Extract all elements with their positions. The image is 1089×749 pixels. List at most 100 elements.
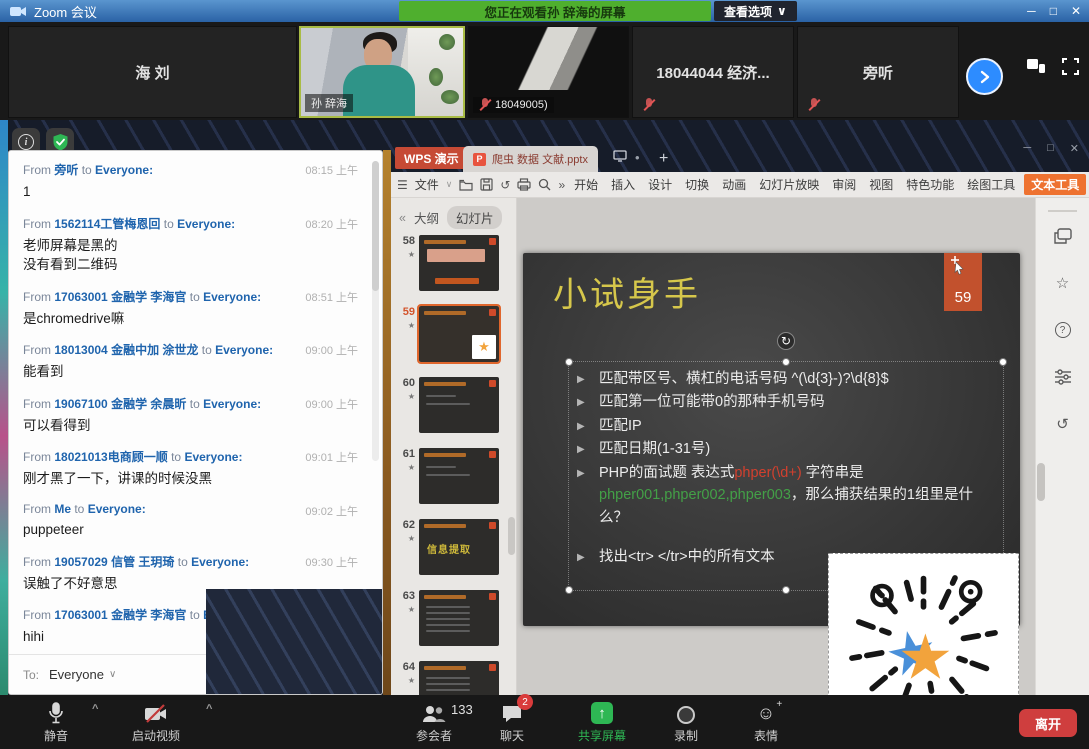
muted-mic-icon <box>637 97 661 113</box>
mute-options-caret[interactable]: ^ <box>92 703 98 715</box>
wps-close-button[interactable]: ✕ <box>1070 142 1079 155</box>
ppt-file-icon: P <box>473 153 486 166</box>
print-preview-icon[interactable] <box>538 178 551 191</box>
slide-thumbnail-61[interactable] <box>419 448 499 504</box>
view-options-button[interactable]: 查看选项∨ <box>714 1 797 21</box>
file-menu[interactable]: 文件 <box>415 176 439 193</box>
gallery-view-icon[interactable] <box>1026 58 1046 79</box>
outline-tab[interactable]: 大纲 <box>414 208 439 227</box>
bullet-list: ▶匹配带区号、横杠的电话号码 ^(\d{3}-)?\d{8}$▶匹配第一位可能带… <box>577 368 1001 570</box>
chat-scrollbar[interactable] <box>372 161 379 461</box>
collapse-panel-icon[interactable]: « <box>399 211 406 225</box>
record-icon <box>677 706 695 724</box>
slide-thumbnail-row: 59★★ <box>393 306 516 362</box>
undo-icon[interactable]: ↺ <box>500 178 510 192</box>
video-options-caret[interactable]: ^ <box>206 703 212 715</box>
resize-handle[interactable] <box>782 358 790 366</box>
camera-icon <box>10 6 26 17</box>
print-icon[interactable] <box>517 178 531 191</box>
rotate-handle[interactable]: ↻ <box>777 332 795 350</box>
text-tool-tab[interactable]: 文本工具 <box>1024 174 1086 195</box>
resize-handle[interactable] <box>565 358 573 366</box>
participants-icon: 133 <box>421 700 447 724</box>
reactions-button[interactable]: ☺+ 表情 <box>738 700 794 744</box>
slide-canvas-area: 59 小试身手 ↻ ▶匹配带区号、横杠的电话号码 ^(\d{3}-)?\d{8}… <box>517 198 1035 695</box>
wps-menu-绘图工具[interactable]: 绘图工具 <box>965 176 1017 193</box>
wps-menu-动画[interactable]: 动画 <box>720 176 748 193</box>
chat-bubble-icon: 2 <box>501 700 523 724</box>
video-tile-18044044[interactable]: 18044044 经济... <box>632 26 794 118</box>
maximize-button[interactable]: □ <box>1050 4 1057 18</box>
open-folder-icon[interactable] <box>459 179 473 191</box>
layers-icon[interactable] <box>1053 226 1073 246</box>
start-video-button[interactable]: 启动视频 <box>118 700 194 744</box>
minimize-button[interactable]: ─ <box>1027 4 1036 18</box>
chevron-down-icon: ∨ <box>109 669 116 680</box>
slide-thumbnail-64[interactable] <box>419 661 499 695</box>
slide-number: 63★ <box>393 590 415 646</box>
hamburger-icon[interactable]: ☰ <box>397 178 408 192</box>
video-tile-18049005[interactable]: 18049005) <box>468 26 629 118</box>
record-button[interactable]: 录制 <box>658 700 714 744</box>
video-tile-suncihai[interactable]: 孙 辞海 <box>299 26 465 118</box>
chat-message: From 19067100 金融学 余晨昕 to Everyone:09:00 … <box>23 395 358 436</box>
bullet-marker: ▶ <box>577 462 599 529</box>
next-participants-button[interactable] <box>966 58 1003 95</box>
slide-bullet: ▶匹配IP <box>577 415 1001 437</box>
rail-divider <box>1048 210 1077 212</box>
thumbnail-title: 信息提取 <box>427 541 471 556</box>
share-screen-button[interactable]: ↑ 共享屏幕 <box>560 700 644 744</box>
document-tab[interactable]: P 爬虫 数据 文献.pptx <box>463 146 598 172</box>
history-icon[interactable]: ↺ <box>1053 414 1073 434</box>
help-icon[interactable]: ? <box>1053 320 1073 340</box>
leave-button[interactable]: 离开 <box>1019 709 1077 737</box>
wps-app-label[interactable]: WPS 演示 <box>395 147 468 169</box>
wps-menu-审阅[interactable]: 审阅 <box>830 176 858 193</box>
to-recipient-dropdown[interactable]: Everyone∨ <box>49 667 116 682</box>
participants-button[interactable]: 133 参会者 <box>398 700 470 744</box>
wallpaper-edge <box>0 120 8 695</box>
save-icon[interactable] <box>480 178 493 191</box>
new-tab-button[interactable]: + <box>659 150 668 168</box>
slide-thumbnail-62[interactable]: 信息提取 <box>419 519 499 575</box>
more-chevrons-icon[interactable]: » <box>558 178 565 192</box>
wps-menu-特色功能[interactable]: 特色功能 <box>904 176 956 193</box>
thumbnail-qr: ★ <box>472 335 496 359</box>
canvas-scrollbar[interactable] <box>1037 463 1045 501</box>
mute-button[interactable]: 静音 <box>26 700 86 744</box>
zoom-titlebar: Zoom 会议 您正在观看孙 辞海的屏幕 查看选项∨ ─ □ ✕ <box>0 0 1089 22</box>
resize-handle[interactable] <box>565 586 573 594</box>
effects-star-icon[interactable]: ☆ <box>1053 273 1073 293</box>
wps-menu-幻灯片放映[interactable]: 幻灯片放映 <box>757 176 821 193</box>
slides-tab[interactable]: 幻灯片 <box>447 206 503 229</box>
chat-message: From Me to Everyone:09:02 上午puppeteer <box>23 502 358 540</box>
slides-panel-scrollbar[interactable] <box>508 517 515 555</box>
slide-thumbnail-60[interactable] <box>419 377 499 433</box>
chat-button[interactable]: 2 聊天 <box>484 700 540 744</box>
adjust-sliders-icon[interactable] <box>1053 367 1073 387</box>
wps-menu-视图[interactable]: 视图 <box>867 176 895 193</box>
wps-menu-设计[interactable]: 设计 <box>646 176 674 193</box>
wps-menu-切换[interactable]: 切换 <box>683 176 711 193</box>
animation-star-icon: ★ <box>393 676 415 685</box>
fullscreen-icon[interactable] <box>1062 58 1079 80</box>
slide-thumbnail-59[interactable]: ★ <box>419 306 499 362</box>
resize-handle[interactable] <box>999 358 1007 366</box>
smiley-plus-icon: ☺+ <box>757 703 775 724</box>
chat-message-list[interactable]: From 旁听 to Everyone:08:15 上午1From 156211… <box>9 151 382 654</box>
wps-minimize-button[interactable]: ─ <box>1023 142 1031 155</box>
monitor-icon[interactable] <box>613 150 627 165</box>
wps-menu-开始[interactable]: 开始 <box>572 176 600 193</box>
wps-window-controls: ─ □ ✕ <box>1023 142 1079 155</box>
wps-maximize-button[interactable]: □ <box>1047 142 1054 155</box>
slide-number-badge[interactable]: 59 <box>944 253 982 311</box>
slide-thumbnail-58[interactable] <box>419 235 499 291</box>
video-tile-pangting[interactable]: 旁听 <box>797 26 959 118</box>
slide-59[interactable]: 59 小试身手 ↻ ▶匹配带区号、横杠的电话号码 ^(\d{3}-)?\d{8}… <box>523 253 1020 626</box>
wps-body: « 大纲 幻灯片 58★59★★60★61★62★信息提取63★64★ <box>391 198 1089 695</box>
video-tile-hailiu[interactable]: 海 刘 <box>8 26 297 118</box>
wps-menu-插入[interactable]: 插入 <box>609 176 637 193</box>
close-button[interactable]: ✕ <box>1071 4 1081 18</box>
resize-handle[interactable] <box>782 586 790 594</box>
slide-thumbnail-63[interactable] <box>419 590 499 646</box>
